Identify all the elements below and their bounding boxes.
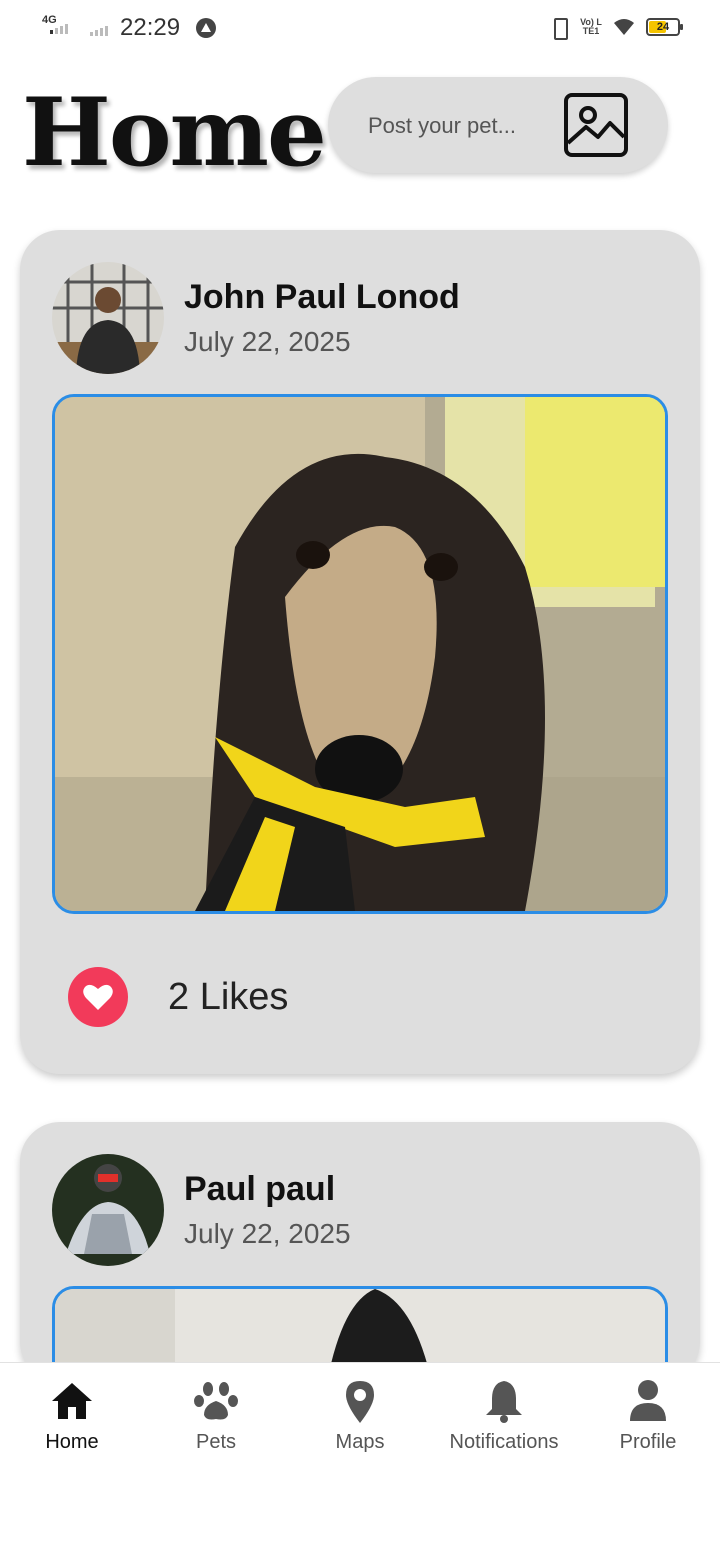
app-notification-icon (196, 18, 216, 38)
like-button[interactable] (68, 967, 128, 1027)
post-card: John Paul Lonod July 22, 2025 2 Likes (20, 230, 700, 1074)
network-indicator: 4G (42, 14, 72, 40)
signal-icon-secondary (90, 26, 108, 36)
bell-icon (486, 1381, 522, 1423)
nav-label: Pets (195, 1431, 237, 1453)
avatar[interactable] (52, 1154, 164, 1266)
avatar[interactable] (52, 262, 164, 374)
post-date: July 22, 2025 (184, 1218, 351, 1249)
post-input-placeholder: Post your pet... (368, 113, 516, 138)
map-pin-icon (346, 1381, 374, 1423)
battery-level: 24 (656, 21, 670, 33)
nav-item-profile[interactable]: Profile (576, 1377, 720, 1454)
volte-indicator: Vo) LTE1 (580, 17, 602, 36)
nav-label: Notifications (449, 1431, 559, 1453)
paw-icon (194, 1382, 238, 1420)
wifi-icon (614, 19, 634, 35)
nav-item-notifications[interactable]: Notifications (432, 1377, 576, 1454)
page-title: Home (22, 78, 327, 188)
nav-label: Profile (619, 1431, 677, 1453)
clock: 22:29 (120, 14, 181, 41)
person-icon (630, 1380, 666, 1421)
nav-item-maps[interactable]: Maps (288, 1377, 432, 1454)
status-right: Vo) LTE1 24 (548, 16, 683, 40)
nav-label: Home (45, 1431, 99, 1453)
home-icon (52, 1383, 92, 1419)
likes-count: 2 Likes (168, 976, 289, 1018)
bottom-nav: Home Pets Maps Notifications Profile (0, 1362, 720, 1544)
heart-icon (83, 984, 113, 1010)
nav-item-pets[interactable]: Pets (144, 1377, 288, 1454)
post-date: July 22, 2025 (184, 326, 351, 357)
signal-icon (50, 24, 68, 34)
status-left: 4G (42, 14, 72, 40)
post-author[interactable]: John Paul Lonod (184, 278, 460, 317)
image-icon[interactable] (564, 93, 628, 157)
post-input[interactable]: Post your pet... (328, 77, 668, 173)
vibrate-icon (548, 16, 570, 40)
post-author[interactable]: Paul paul (184, 1170, 335, 1209)
post-card: Paul paul July 22, 2025 (20, 1122, 700, 1382)
post-photo[interactable] (52, 394, 668, 914)
nav-item-home[interactable]: Home (0, 1377, 144, 1454)
battery-icon: 24 (646, 18, 683, 36)
status-bar: 4G 22:29 Vo) LTE1 24 (0, 0, 720, 56)
nav-label: Maps (335, 1431, 385, 1453)
